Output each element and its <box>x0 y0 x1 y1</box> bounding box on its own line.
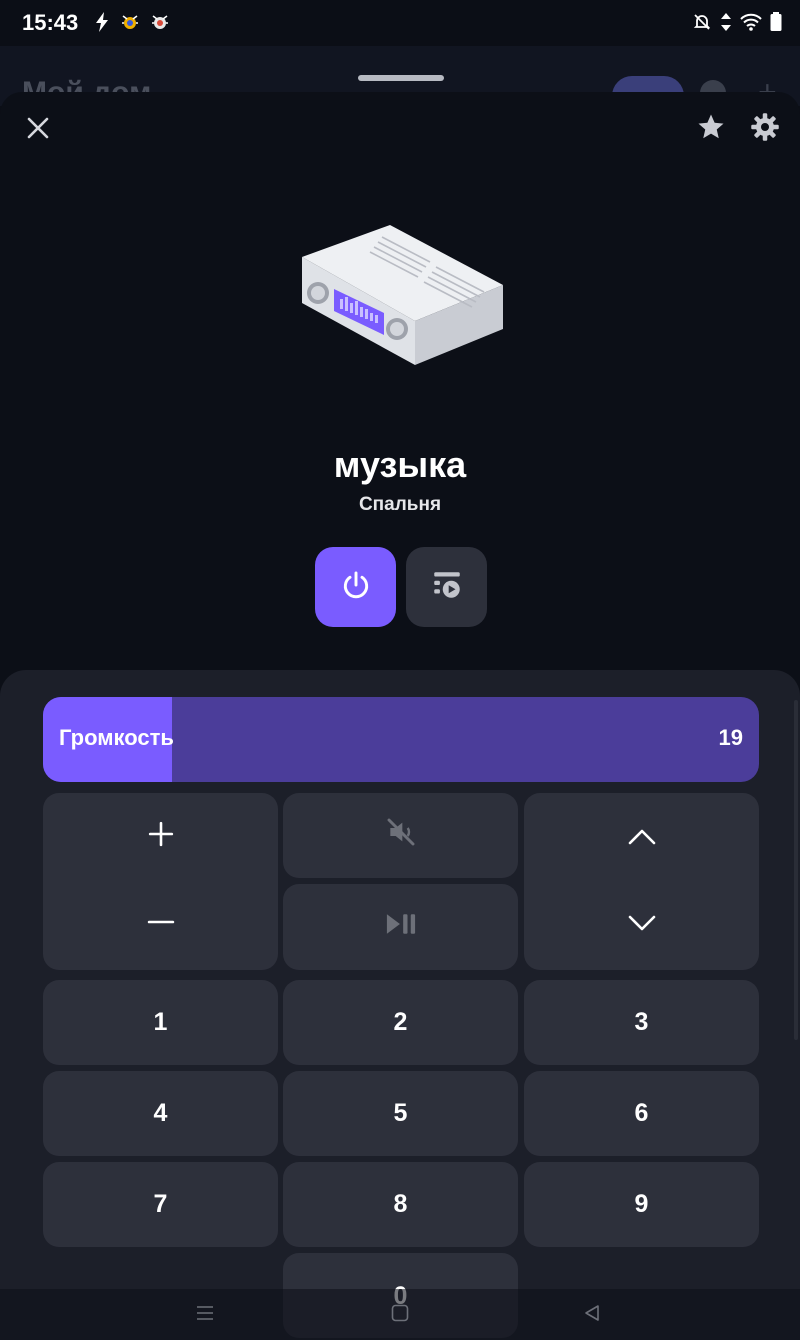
device-name: музыка <box>333 444 467 485</box>
digit-9-button[interactable]: 9 <box>524 1162 759 1247</box>
minus-icon <box>146 909 176 942</box>
sheet-drag-handle[interactable] <box>358 75 444 81</box>
mute-button[interactable] <box>283 793 518 878</box>
radio-receiver-illustration <box>290 215 515 375</box>
channel-up-button[interactable] <box>524 793 759 882</box>
channel-down-button[interactable] <box>524 882 759 971</box>
sources-button[interactable] <box>406 547 487 627</box>
digit-2-button[interactable]: 2 <box>283 980 518 1065</box>
power-icon <box>340 569 372 606</box>
volume-label: Громкость <box>59 725 174 750</box>
status-bar: 15:43 <box>0 0 800 46</box>
back-triangle-icon <box>583 1304 601 1327</box>
panel-scrollbar[interactable] <box>794 700 798 1040</box>
chevron-up-icon <box>628 823 656 852</box>
mute-bell-icon <box>692 12 712 37</box>
channel-rocker <box>524 793 759 970</box>
nav-menu-button[interactable] <box>190 1302 220 1328</box>
home-square-icon <box>391 1304 409 1327</box>
digit-8-button[interactable]: 8 <box>283 1162 518 1247</box>
settings-button[interactable] <box>748 112 782 146</box>
battery-icon <box>770 12 782 37</box>
status-time: 15:43 <box>22 10 79 35</box>
wifi-icon <box>740 13 762 36</box>
close-icon <box>26 116 50 145</box>
digit-3-button[interactable]: 3 <box>524 980 759 1065</box>
flash-icon <box>94 12 110 37</box>
bug-alt-icon <box>150 12 170 37</box>
chevron-down-icon <box>628 911 656 940</box>
data-arrows-icon <box>720 12 732 37</box>
status-left-icons <box>94 12 170 37</box>
device-room: Спальня <box>358 494 442 515</box>
digit-4-button[interactable]: 4 <box>43 1071 278 1156</box>
star-icon <box>696 112 726 147</box>
digit-6-button[interactable]: 6 <box>524 1071 759 1156</box>
volume-up-button[interactable] <box>43 793 278 882</box>
power-button[interactable] <box>315 547 396 627</box>
status-right-icons <box>692 12 782 37</box>
plus-icon <box>148 821 174 854</box>
digit-1-button[interactable]: 1 <box>43 980 278 1065</box>
gear-icon <box>750 112 780 147</box>
volume-rocker <box>43 793 278 970</box>
volume-value: 19 <box>718 725 743 750</box>
playlist-play-icon <box>430 568 464 607</box>
mute-speaker-icon <box>385 816 417 855</box>
play-pause-icon <box>384 911 418 944</box>
volume-down-button[interactable] <box>43 882 278 971</box>
favorite-button[interactable] <box>694 112 728 146</box>
nav-home-button[interactable] <box>385 1302 415 1328</box>
bug-icon <box>120 12 140 37</box>
play-pause-button[interactable] <box>283 884 518 970</box>
digit-5-button[interactable]: 5 <box>283 1071 518 1156</box>
nav-back-button[interactable] <box>577 1302 607 1328</box>
digit-7-button[interactable]: 7 <box>43 1162 278 1247</box>
volume-slider[interactable]: Громкость 19 <box>43 697 759 782</box>
menu-icon <box>196 1305 214 1326</box>
close-button[interactable] <box>22 114 54 146</box>
